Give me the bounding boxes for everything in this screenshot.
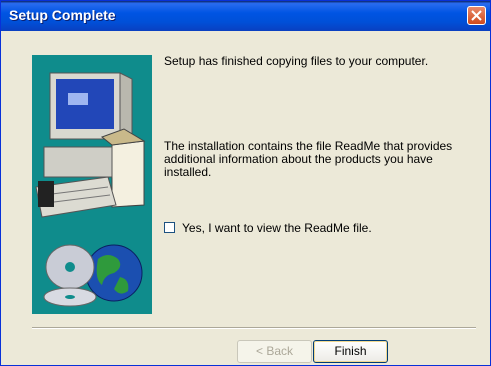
- view-readme-checkbox[interactable]: [164, 222, 175, 233]
- setup-dialog: Setup Complete Setup has finished copyin…: [0, 0, 491, 366]
- view-readme-label[interactable]: Yes, I want to view the ReadMe file.: [182, 221, 372, 235]
- button-divider: [32, 327, 476, 329]
- title-bar[interactable]: Setup Complete: [1, 1, 490, 31]
- finished-message: Setup has finished copying files to your…: [164, 54, 429, 68]
- finish-button[interactable]: Finish: [313, 340, 388, 363]
- back-button[interactable]: < Back: [237, 340, 312, 363]
- setup-illustration: [32, 55, 152, 314]
- close-button[interactable]: [467, 6, 486, 25]
- close-icon: [471, 10, 482, 21]
- window-title: Setup Complete: [9, 7, 116, 23]
- dialog-body: Setup has finished copying files to your…: [1, 31, 490, 365]
- readme-info-message: The installation contains the file ReadM…: [164, 139, 453, 179]
- computer-globe-illustration: [35, 72, 146, 307]
